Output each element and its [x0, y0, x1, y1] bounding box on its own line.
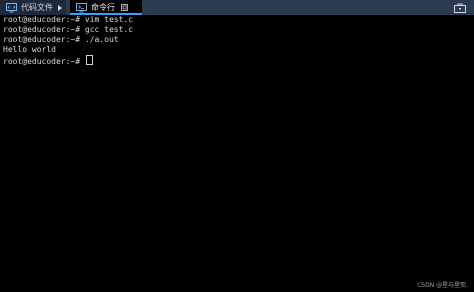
terminal-line: root@educoder:~# ./a.out	[3, 35, 119, 44]
terminal-line: root@educoder:~# gcc test.c	[3, 25, 134, 34]
terminal-line: root@educoder:~# vim test.c	[3, 15, 134, 24]
terminal-prompt-line: root@educoder:~#	[3, 55, 471, 66]
popout-icon[interactable]	[121, 4, 128, 11]
terminal-output[interactable]: root@educoder:~# vim test.c root@educode…	[0, 15, 474, 292]
tab-bar: 代码文件 命令行	[0, 0, 474, 15]
play-icon[interactable]	[58, 4, 62, 11]
monitor-code-icon	[5, 2, 17, 13]
watermark: CSDN @星与星熙.	[417, 282, 468, 289]
terminal-cursor	[85, 55, 93, 65]
terminal-prompt: root@educoder:~#	[3, 57, 85, 66]
terminal-line: Hello world	[3, 45, 56, 54]
tab-code-file-label: 代码文件	[21, 3, 53, 12]
tab-terminal[interactable]: 命令行	[70, 0, 142, 15]
toolbox-icon[interactable]	[454, 2, 466, 13]
terminal-monitor-icon	[75, 2, 87, 13]
tab-code-file[interactable]: 代码文件	[0, 0, 66, 15]
